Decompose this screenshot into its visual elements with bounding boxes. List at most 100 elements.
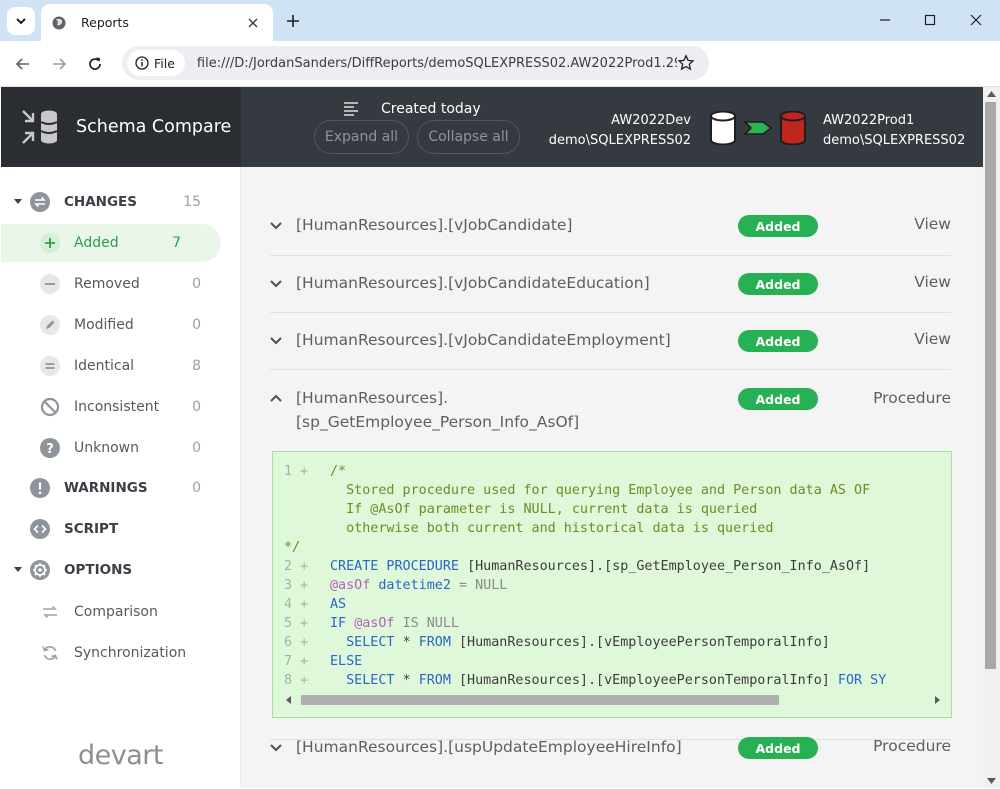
object-type: View [914,215,951,233]
sidebar-warnings[interactable]: WARNINGS 0 [1,469,241,507]
sidebar-item-identical[interactable]: Identical 8 [1,347,241,385]
object-name: [HumanResources].[vJobCandidate] [296,216,573,234]
bookmark-star-icon[interactable] [677,54,695,72]
tab-search-button[interactable] [7,7,35,35]
address-bar[interactable]: File file:///D:/JordanSanders/DiffReport… [122,46,709,80]
new-tab-button[interactable] [281,9,305,33]
sidebar-changes[interactable]: CHANGES 15 [1,183,241,221]
status-badge: Added [738,273,818,295]
sidebar-item-label: Modified [74,317,134,333]
sidebar-item-label: Inconsistent [74,399,160,415]
code-text: IS NULL [402,616,459,631]
sidebar-item-count: 0 [192,399,201,415]
sidebar-item-removed[interactable]: Removed 0 [1,265,241,303]
object-name: [HumanResources].[vJobCandidateEducation… [296,274,650,292]
sidebar-item-unknown[interactable]: ? Unknown 0 [1,429,241,467]
maximize-button[interactable] [917,8,943,32]
options-label: OPTIONS [64,562,133,578]
sidebar-item-count: 8 [192,358,201,374]
sidebar-item-comparison[interactable]: Comparison [1,593,241,631]
changes-icon [30,192,50,212]
sidebar-item-inconsistent[interactable]: Inconsistent 0 [1,388,241,426]
list-icon [344,102,358,116]
status-badge: Added [738,215,818,237]
status-badge: Added [738,388,818,410]
chevron-down-icon[interactable] [270,742,282,754]
scroll-up-icon[interactable] [987,90,996,97]
warnings-label: WARNINGS [64,480,148,496]
globe-icon [51,15,67,31]
line-number: 7 + [284,654,309,669]
target-server-name: demo\SQLEXPRESS02 [823,133,966,148]
code-keyword: AS [330,597,347,612]
code-keyword: ELSE [330,654,363,669]
scrollbar-thumb[interactable] [301,695,779,705]
list-item[interactable]: [HumanResources].[vJobCandidateEmploymen… [270,313,951,370]
sidebar-script[interactable]: SCRIPT [1,510,241,548]
chevron-down-icon[interactable] [270,278,282,290]
sidebar-item-count: 0 [192,276,201,292]
chevron-up-icon[interactable] [270,392,282,404]
code-comment: */ [284,540,301,555]
script-label: SCRIPT [64,521,119,537]
browser-tab-reports[interactable]: Reports [41,4,273,41]
code-keyword: datetime2 [378,578,451,593]
line-number: 1 + [284,464,309,479]
svg-text:?: ? [46,442,54,457]
schema-compare-logo-icon [22,110,58,144]
sidebar-item-count: 7 [172,235,181,251]
expand-all-button[interactable]: Expand all [314,120,409,154]
code-variable: @asOf [354,616,395,631]
url-text[interactable]: file:///D:/JordanSanders/DiffReports/dem… [197,56,677,71]
sidebar-item-label: Synchronization [74,645,187,661]
list-item[interactable]: [HumanResources].[vJobCandidate] Added V… [270,198,951,256]
tab-title: Reports [81,15,129,30]
site-info-chip[interactable]: File [127,50,185,76]
object-type: Procedure [873,737,951,755]
caret-down-icon[interactable] [13,565,23,575]
chevron-down-icon[interactable] [270,335,282,347]
sidebar-item-synchronization[interactable]: Synchronization [1,634,241,672]
changes-label: CHANGES [64,194,137,210]
gear-icon [30,560,50,580]
page-vertical-scrollbar[interactable] [983,87,1000,788]
sidebar-item-label: Added [74,235,119,251]
sync-direction-icon [710,111,806,145]
code-keyword: CREATE PROCEDURE [330,559,459,574]
code-diff-panel[interactable]: 1 + /* Stored procedure used for querying… [272,451,952,718]
info-icon [135,56,149,70]
scroll-right-icon[interactable] [933,696,941,704]
list-item[interactable]: [HumanResources].[uspUpdateEmployeeHireI… [270,728,951,788]
scroll-left-icon[interactable] [285,696,293,704]
caret-down-icon[interactable] [13,197,23,207]
sidebar-item-added[interactable]: Added 7 [1,224,221,262]
code-variable: @asOf [330,578,371,593]
source-database: AW2022Dev demo\SQLEXPRESS02 [549,111,691,151]
scroll-down-icon[interactable] [987,778,996,785]
object-name: [HumanResources].[vJobCandidateEmploymen… [296,331,671,349]
sidebar-item-modified[interactable]: Modified 0 [1,306,241,344]
code-horizontal-scrollbar[interactable] [283,693,943,707]
status-badge: Added [738,737,818,759]
sidebar-item-label: Identical [74,358,135,374]
warning-icon [30,478,50,498]
code-comment: If @AsOf parameter is NULL, current data… [346,502,758,517]
target-database: AW2022Prod1 demo\SQLEXPRESS02 [823,111,965,151]
line-number: 8 + [284,673,309,688]
minus-icon [40,274,60,294]
line-number: 6 + [284,635,309,650]
list-item[interactable]: [HumanResources].[vJobCandidateEducation… [270,256,951,313]
code-keyword: IF [330,616,347,631]
forward-button[interactable] [47,52,71,76]
close-tab-icon[interactable] [243,13,263,33]
scrollbar-thumb[interactable] [985,102,996,669]
pencil-icon [40,315,60,335]
close-window-button[interactable] [963,8,989,32]
reload-button[interactable] [83,52,107,76]
chevron-down-icon[interactable] [270,220,282,232]
collapse-all-button[interactable]: Collapse all [417,120,520,154]
sidebar-options[interactable]: OPTIONS [1,551,241,589]
sidebar-item-label: Comparison [74,604,158,620]
minimize-button[interactable] [872,8,898,32]
back-button[interactable] [11,52,35,76]
